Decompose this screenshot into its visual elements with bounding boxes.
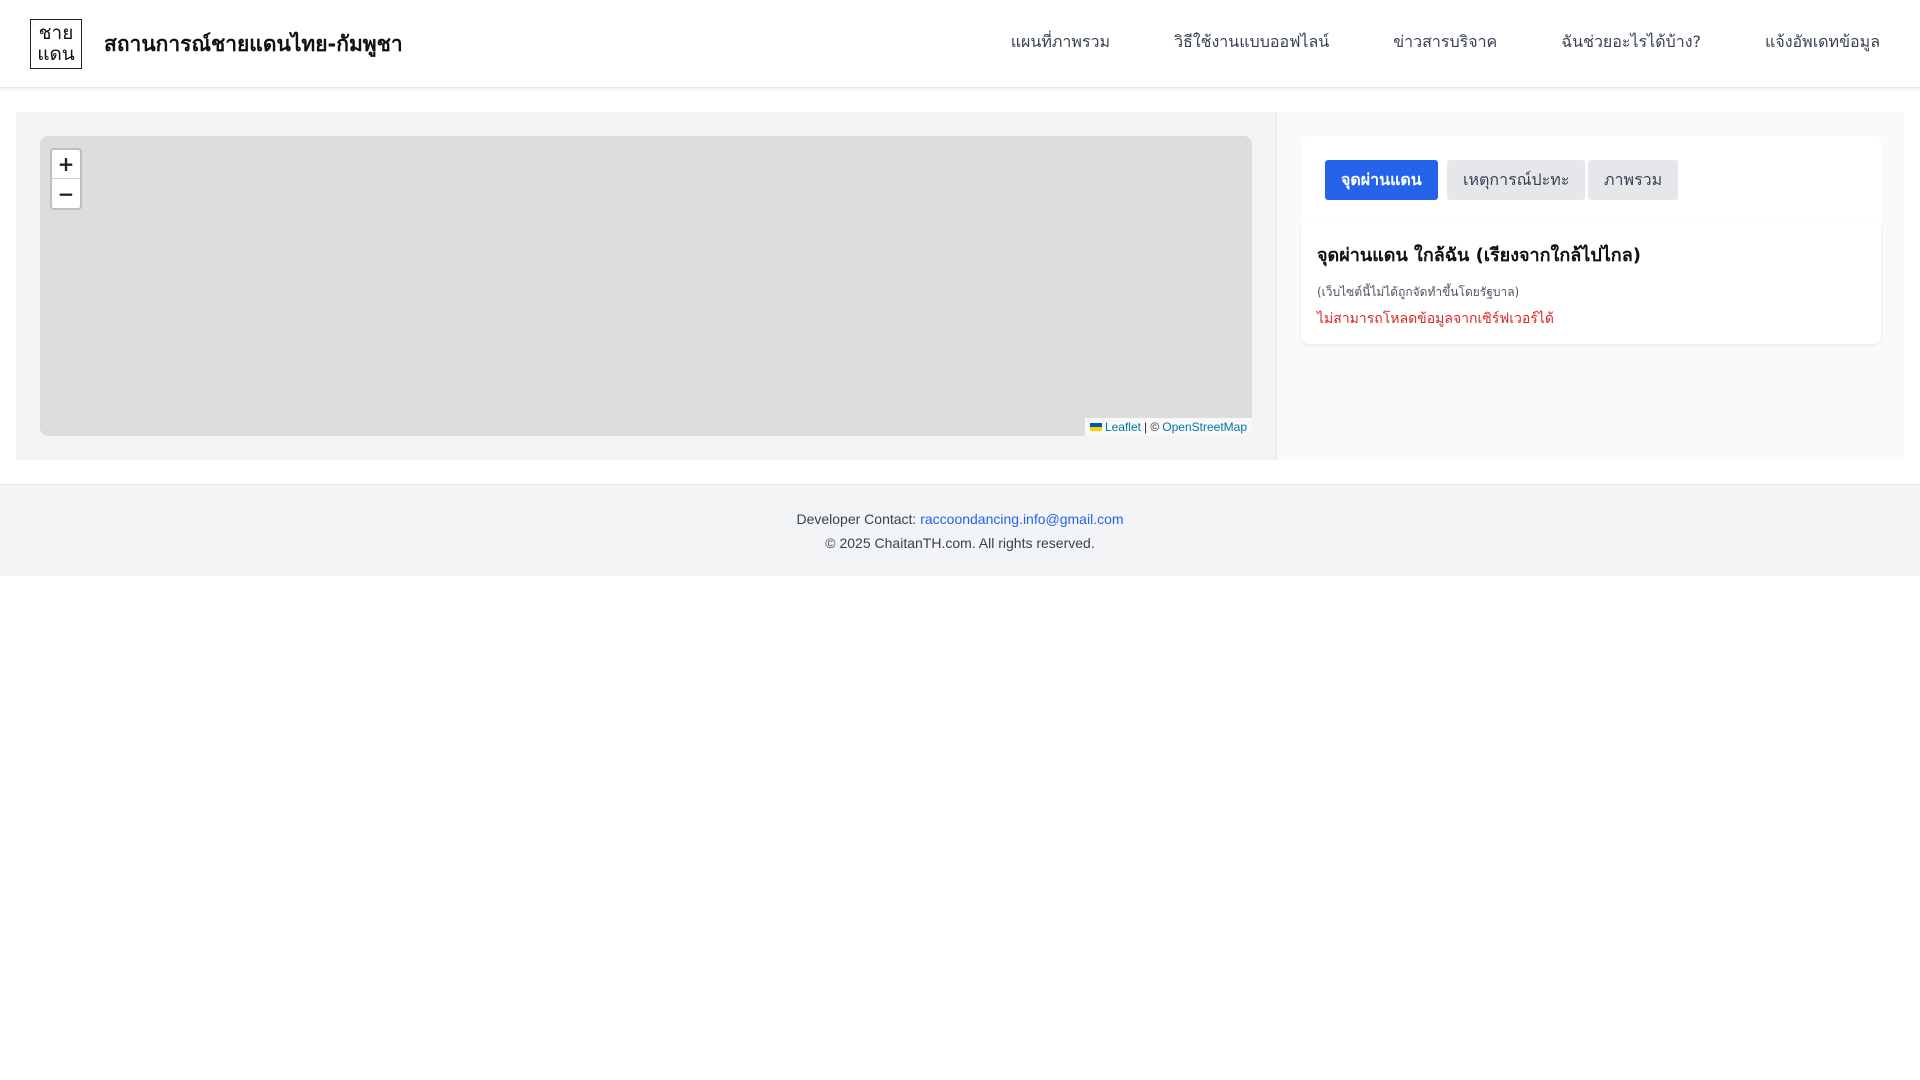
zoom-out-button[interactable]: − (52, 179, 80, 208)
contact-label: Developer Contact: (796, 511, 917, 527)
disclaimer-note: (เว็บไซต์นี้ไม่ได้ถูกจัดทำขึ้นโดยรัฐบาล) (1317, 285, 1520, 299)
nav-how-can-i-help[interactable]: ฉันช่วยอะไรได้บ้าง? (1561, 30, 1701, 55)
error-message: ไม่สามารถโหลดข้อมูลจากเซิร์ฟเวอร์ได้ (1317, 311, 1554, 327)
nav-offline-guide[interactable]: วิธีใช้งานแบบออฟไลน์ (1174, 30, 1329, 55)
tab-clash-events[interactable]: เหตุการณ์ปะทะ (1447, 160, 1586, 200)
contact-email-link[interactable]: raccoondancing.info@gmail.com (920, 511, 1123, 527)
map-panel: + − Leaflet | © OpenStreetMap (16, 112, 1276, 460)
copyright-text: © 2025 ChaitanTH.com. All rights reserve… (825, 535, 1095, 551)
site-footer: Developer Contact: raccoondancing.info@g… (0, 484, 1920, 576)
main-nav: แผนที่ภาพรวม วิธีใช้งานแบบออฟไลน์ ข่าวสา… (1011, 30, 1880, 55)
main-content: + − Leaflet | © OpenStreetMap จุดผ่านแดน… (16, 112, 1904, 460)
tab-border-crossings[interactable]: จุดผ่านแดน (1325, 160, 1438, 200)
ukraine-flag-icon (1089, 423, 1102, 431)
map-canvas[interactable]: + − Leaflet | © OpenStreetMap (40, 136, 1252, 436)
tab-overview[interactable]: ภาพรวม (1588, 160, 1679, 200)
nav-overview-map[interactable]: แผนที่ภาพรวม (1011, 30, 1110, 55)
side-panel: จุดผ่านแดน เหตุการณ์ปะทะ ภาพรวม จุดผ่านแ… (1276, 112, 1904, 460)
site-header: ชาย แดน สถานการณ์ชายแดนไทย-กัมพูชา แผนที… (0, 0, 1920, 88)
map-attribution: Leaflet | © OpenStreetMap (1084, 418, 1252, 436)
zoom-in-button[interactable]: + (52, 150, 80, 179)
site-logo[interactable]: ชาย แดน (30, 19, 82, 69)
attribution-separator: | © (1143, 420, 1160, 434)
section-title: จุดผ่านแดน ใกล้ฉัน (เรียงจากใกล้ไปไกล) (1317, 245, 1641, 266)
crossings-list-card: จุดผ่านแดน ใกล้ฉัน (เรียงจากใกล้ไปไกล) (… (1301, 224, 1881, 344)
logo-line-2: แดน (37, 43, 75, 65)
tab-bar: จุดผ่านแดน เหตุการณ์ปะทะ ภาพรวม (1301, 136, 1881, 224)
site-title[interactable]: สถานการณ์ชายแดนไทย-กัมพูชา (104, 28, 403, 61)
developer-contact: Developer Contact: raccoondancing.info@g… (0, 511, 1920, 527)
openstreetmap-link[interactable]: OpenStreetMap (1162, 420, 1247, 434)
leaflet-link[interactable]: Leaflet (1105, 420, 1141, 434)
zoom-control: + − (50, 148, 82, 210)
logo-line-1: ชาย (38, 22, 74, 44)
nav-donation-news[interactable]: ข่าวสารบริจาค (1393, 30, 1497, 55)
nav-report-update[interactable]: แจ้งอัพเดทข้อมูล (1765, 30, 1880, 55)
